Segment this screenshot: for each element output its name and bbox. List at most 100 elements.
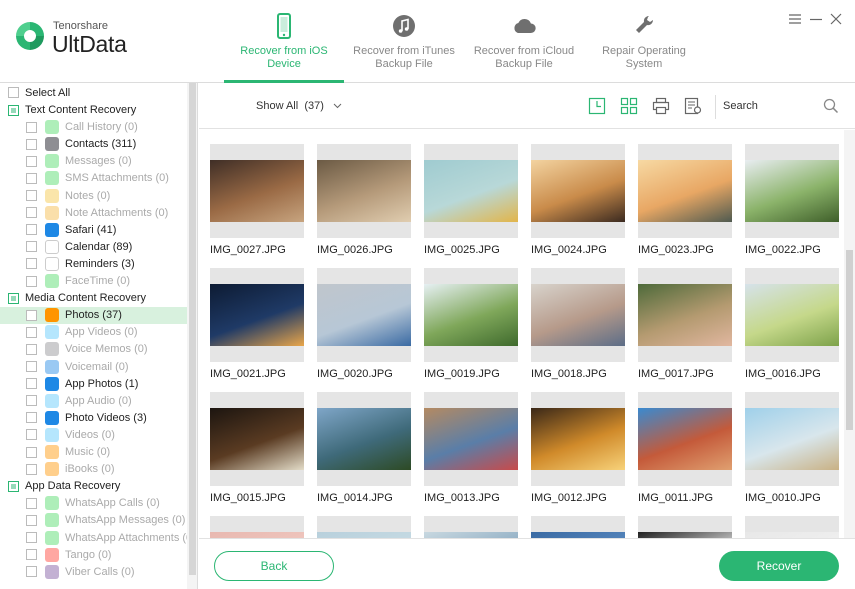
sidebar-item[interactable]: App Videos (0) bbox=[0, 324, 187, 341]
sidebar-item[interactable]: Contacts (311) bbox=[0, 136, 187, 153]
item-checkbox[interactable] bbox=[26, 207, 37, 219]
item-checkbox[interactable] bbox=[26, 378, 37, 390]
item-checkbox[interactable] bbox=[26, 566, 37, 578]
sidebar-item-label: Calendar (89) bbox=[65, 240, 133, 253]
sidebar-scroll-thumb[interactable] bbox=[189, 83, 196, 575]
tab-repair-operating-system[interactable]: Repair Operating System bbox=[584, 0, 704, 83]
photo-thumbnail bbox=[317, 160, 411, 222]
sidebar-item[interactable]: Messages (0) bbox=[0, 153, 187, 170]
sidebar-item[interactable]: Notes (0) bbox=[0, 187, 187, 204]
sidebar-item[interactable]: Safari (41) bbox=[0, 221, 187, 238]
photo-thumbnail bbox=[531, 284, 625, 346]
sidebar-item[interactable]: Videos (0) bbox=[0, 426, 187, 443]
sidebar-item[interactable]: Calendar (89) bbox=[0, 238, 187, 255]
voicemail-icon bbox=[45, 359, 59, 374]
item-checkbox[interactable] bbox=[26, 241, 37, 253]
item-checkbox[interactable] bbox=[26, 395, 37, 407]
tab-recover-from-icloud[interactable]: Recover from iCloud Backup File bbox=[464, 0, 584, 83]
item-checkbox[interactable] bbox=[26, 446, 37, 458]
item-checkbox[interactable] bbox=[26, 155, 37, 167]
item-checkbox[interactable] bbox=[26, 549, 37, 561]
photo-thumbnail bbox=[210, 408, 304, 470]
item-checkbox[interactable] bbox=[26, 412, 37, 424]
item-checkbox[interactable] bbox=[26, 361, 37, 372]
photo-filename: IMG_0024.JPG bbox=[531, 244, 607, 256]
grid-scroll-thumb[interactable] bbox=[846, 250, 853, 430]
sidebar-item[interactable]: SMS Attachments (0) bbox=[0, 170, 187, 187]
sidebar-item[interactable]: iBooks (0) bbox=[0, 461, 187, 478]
item-checkbox[interactable] bbox=[26, 224, 37, 236]
print-icon[interactable] bbox=[652, 97, 670, 115]
item-checkbox[interactable] bbox=[26, 463, 37, 475]
sidebar-item-label: Music (0) bbox=[65, 446, 111, 458]
item-checkbox[interactable] bbox=[26, 429, 37, 441]
photo-frame bbox=[424, 268, 518, 362]
photo-thumbnail bbox=[317, 408, 411, 470]
item-checkbox[interactable] bbox=[26, 138, 37, 150]
grid-scrollbar[interactable] bbox=[844, 130, 855, 538]
brand-product: UltData bbox=[52, 31, 127, 57]
sidebar-item-label: WhatsApp Messages (0) bbox=[65, 514, 186, 527]
sidebar-item[interactable]: Photos (37) bbox=[0, 306, 187, 324]
item-checkbox[interactable] bbox=[26, 190, 37, 201]
tab-recover-from-ios-device[interactable]: Recover from iOS Device bbox=[224, 0, 344, 83]
sidebar-scrollbar[interactable] bbox=[187, 83, 197, 589]
sidebar-item[interactable]: FaceTime (0) bbox=[0, 273, 187, 290]
sidebar-item[interactable]: App Audio (0) bbox=[0, 392, 187, 409]
show-all-dropdown[interactable]: Show All (37) bbox=[256, 100, 342, 112]
search-icon[interactable] bbox=[823, 98, 839, 114]
cloud-icon bbox=[514, 19, 536, 33]
photo-filename: IMG_0023.JPG bbox=[638, 244, 714, 256]
tab-recover-from-itunes[interactable]: Recover from iTunes Backup File bbox=[344, 0, 464, 83]
music-note-icon bbox=[393, 15, 415, 37]
grid-view-icon[interactable] bbox=[620, 97, 638, 115]
sidebar-item[interactable]: Voicemail (0) bbox=[0, 358, 187, 375]
item-checkbox[interactable] bbox=[26, 121, 37, 133]
sidebar-item[interactable]: Viber Calls (0) bbox=[0, 563, 187, 580]
clock-icon[interactable] bbox=[588, 97, 606, 115]
item-checkbox[interactable] bbox=[26, 326, 37, 338]
item-checkbox[interactable] bbox=[26, 514, 37, 526]
select-all-row[interactable]: Select All bbox=[0, 84, 187, 101]
minimize-icon[interactable] bbox=[809, 12, 823, 26]
menu-icon[interactable] bbox=[788, 12, 802, 26]
item-checkbox[interactable] bbox=[26, 343, 37, 355]
select-all-checkbox[interactable] bbox=[8, 87, 19, 98]
sidebar-item[interactable]: Voice Memos (0) bbox=[0, 341, 187, 358]
photo-frame bbox=[210, 144, 304, 238]
sidebar-category[interactable]: Media Content Recovery bbox=[0, 290, 187, 307]
item-checkbox[interactable] bbox=[26, 532, 37, 543]
item-checkbox[interactable] bbox=[26, 258, 37, 270]
photo-thumbnail bbox=[210, 284, 304, 346]
item-checkbox[interactable] bbox=[26, 497, 37, 509]
sidebar-item[interactable]: Reminders (3) bbox=[0, 255, 187, 272]
messages-icon bbox=[45, 154, 59, 169]
sidebar-category[interactable]: App Data Recovery bbox=[0, 478, 187, 495]
sidebar-item[interactable]: WhatsApp Calls (0) bbox=[0, 495, 187, 512]
app-videos-icon bbox=[45, 325, 59, 340]
sidebar-item[interactable]: Call History (0) bbox=[0, 119, 187, 136]
sidebar-category[interactable]: Text Content Recovery bbox=[0, 102, 187, 119]
recover-button[interactable]: Recover bbox=[719, 551, 839, 581]
item-checkbox[interactable] bbox=[26, 275, 37, 287]
sidebar-item[interactable]: WhatsApp Messages (0) bbox=[0, 512, 187, 529]
item-checkbox[interactable] bbox=[26, 172, 37, 184]
sidebar-item[interactable]: Music (0) bbox=[0, 444, 187, 461]
sidebar-item-label: Photos (37) bbox=[65, 309, 122, 322]
sidebar-item[interactable]: WhatsApp Attachments (0) bbox=[0, 529, 196, 546]
sidebar-item[interactable]: Tango (0) bbox=[0, 546, 187, 563]
photo-filename: IMG_0019.JPG bbox=[424, 368, 500, 380]
photos-icon bbox=[45, 308, 59, 323]
sidebar-item[interactable]: App Photos (1) bbox=[0, 375, 187, 392]
close-icon[interactable] bbox=[829, 12, 843, 26]
search-input[interactable] bbox=[723, 98, 823, 114]
back-button[interactable]: Back bbox=[214, 551, 334, 581]
sidebar-item[interactable]: Photo Videos (3) bbox=[0, 409, 187, 426]
item-checkbox[interactable] bbox=[26, 309, 37, 321]
photo-filename: IMG_0018.JPG bbox=[531, 368, 607, 380]
photo-thumbnail bbox=[745, 408, 839, 470]
tab-label: Repair Operating System bbox=[602, 45, 686, 70]
export-settings-icon[interactable] bbox=[684, 97, 702, 115]
sidebar-item[interactable]: Note Attachments (0) bbox=[0, 204, 187, 221]
photo-filename: IMG_0025.JPG bbox=[424, 244, 500, 256]
